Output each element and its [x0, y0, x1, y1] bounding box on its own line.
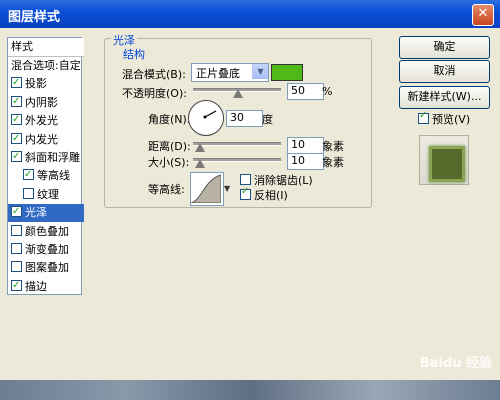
style-item-label: 斜面和浮雕 [25, 151, 80, 164]
blend-mode-select[interactable]: 正片叠底 ▼ [191, 63, 269, 82]
chevron-down-icon: ▼ [252, 64, 268, 79]
size-label: 大小(S): [148, 156, 190, 169]
antialias-checkbox-box[interactable] [240, 174, 251, 185]
contour-picker[interactable] [190, 172, 224, 206]
style-item-label: 描边 [25, 279, 47, 293]
size-slider-track[interactable] [193, 158, 281, 162]
style-checkbox[interactable] [11, 148, 22, 166]
style-item-label: 渐变叠加 [25, 243, 69, 256]
style-list-item[interactable]: 描边 [8, 277, 84, 296]
angle-label: 角度(N): [148, 113, 191, 126]
style-item-label: 颜色叠加 [25, 224, 69, 238]
preview-swatch [429, 146, 465, 182]
title-bar: 图层样式 ✕ [0, 0, 500, 28]
style-checkbox[interactable] [11, 277, 22, 295]
distance-slider-thumb[interactable] [195, 143, 205, 152]
blend-mode-value: 正片叠底 [196, 67, 240, 80]
invert-checkbox-box[interactable] [240, 186, 251, 200]
style-list-item[interactable]: 等高线 [8, 166, 96, 185]
style-checkbox[interactable] [11, 243, 22, 254]
preview-checkbox-box[interactable] [418, 110, 429, 124]
style-item-label: 纹理 [37, 187, 59, 201]
style-list-item[interactable]: 外发光 [8, 111, 84, 130]
style-item-label: 混合选项:自定 [11, 59, 81, 72]
angle-input[interactable]: 30 [226, 110, 263, 127]
style-list-item[interactable]: 斜面和浮雕 [8, 148, 84, 167]
style-list-item[interactable]: 纹理 [8, 186, 96, 204]
contour-curve-icon [190, 174, 222, 204]
style-item-label: 投影 [25, 77, 47, 91]
style-item-label: 等高线 [37, 169, 70, 183]
style-list-item[interactable]: 光泽 [8, 203, 84, 223]
style-checkbox[interactable] [23, 166, 34, 184]
style-checkbox[interactable] [11, 203, 22, 221]
style-list-item[interactable]: 混合选项:自定 [8, 57, 84, 75]
style-checkbox[interactable] [11, 74, 22, 92]
style-list-item[interactable]: 图案叠加 [8, 259, 84, 277]
style-list-item[interactable]: 内阴影 [8, 93, 84, 112]
invert-checkbox[interactable]: 反相(I) [240, 186, 288, 203]
style-checkbox[interactable] [23, 187, 34, 199]
distance-unit: 象素 [322, 140, 344, 153]
preview-checkbox[interactable]: 预览(V) [418, 110, 471, 127]
style-checkbox[interactable] [11, 224, 22, 236]
blend-color-swatch[interactable] [271, 64, 303, 81]
distance-label: 距离(D): [148, 140, 191, 153]
opacity-label: 不透明度(O): [122, 87, 187, 100]
style-list-item[interactable]: 渐变叠加 [8, 241, 84, 259]
cancel-button[interactable]: 取消 [399, 60, 490, 83]
style-list: 样式 混合选项:自定投影内阴影外发光内发光斜面和浮雕等高线纹理光泽颜色叠加渐变叠… [7, 37, 84, 296]
size-slider-thumb[interactable] [195, 159, 205, 168]
invert-label: 反相(I) [254, 189, 288, 202]
contour-label: 等高线: [148, 183, 185, 196]
distance-input[interactable]: 10 [287, 137, 324, 154]
new-style-button[interactable]: 新建样式(W)... [399, 86, 490, 109]
antialias-label: 消除锯齿(L) [254, 174, 313, 187]
blend-mode-label: 混合模式(B): [122, 68, 186, 81]
size-input[interactable]: 10 [287, 153, 324, 170]
style-item-label: 内发光 [25, 132, 58, 146]
style-list-item[interactable]: 内发光 [8, 130, 84, 149]
watermark: Baidu 经验 [419, 356, 492, 371]
size-unit: 象素 [322, 156, 344, 169]
style-list-item[interactable]: 投影 [8, 74, 84, 93]
style-item-label: 内阴影 [25, 95, 58, 109]
close-button[interactable]: ✕ [472, 4, 494, 26]
angle-dial-needle-icon [203, 110, 217, 119]
background-strip [0, 380, 500, 400]
style-item-label: 外发光 [25, 114, 58, 128]
preview-label: 预览(V) [432, 113, 471, 126]
style-list-item[interactable]: 颜色叠加 [8, 223, 84, 241]
opacity-unit: % [322, 85, 333, 98]
style-checkbox[interactable] [11, 111, 22, 129]
close-icon: ✕ [477, 6, 489, 21]
opacity-input[interactable]: 50 [287, 83, 324, 100]
style-checkbox[interactable] [11, 261, 22, 273]
contour-dropdown-icon[interactable]: ▼ [224, 184, 230, 193]
preview-thumbnail [419, 135, 469, 185]
style-item-label: 图案叠加 [25, 261, 69, 275]
style-item-label: 光泽 [25, 206, 47, 220]
style-checkbox[interactable] [11, 93, 22, 111]
opacity-slider-thumb[interactable] [233, 89, 243, 98]
angle-unit: 度 [262, 113, 273, 126]
style-checkbox[interactable] [11, 130, 22, 148]
distance-slider-track[interactable] [193, 142, 281, 146]
subsection-title: 结构 [123, 48, 145, 61]
window-title: 图层样式 [8, 10, 61, 25]
angle-dial[interactable] [188, 100, 224, 136]
antialias-checkbox[interactable]: 消除锯齿(L) [240, 172, 313, 188]
style-list-header[interactable]: 样式 [8, 38, 84, 57]
ok-button[interactable]: 确定 [399, 36, 490, 59]
